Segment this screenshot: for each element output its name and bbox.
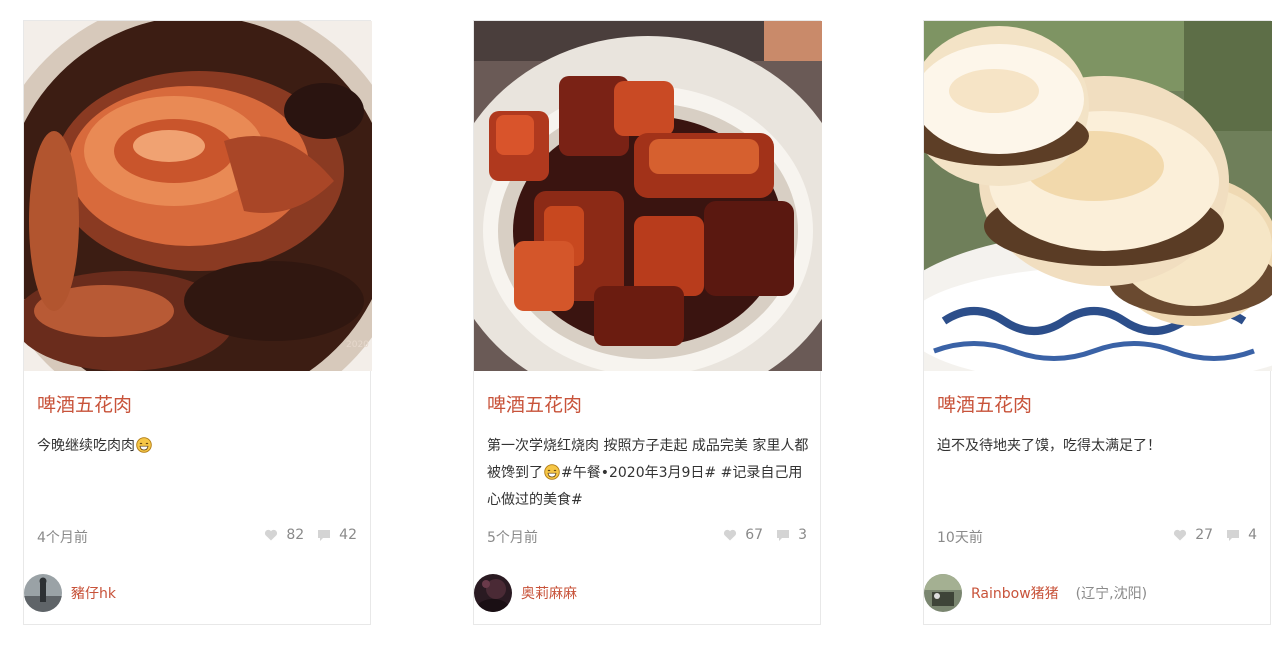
comment-bubble-icon[interactable] (776, 528, 790, 542)
comment-bubble-icon[interactable] (317, 528, 331, 542)
recipe-card-3[interactable]: 啤酒五花肉 迫不及待地夹了馍，吃得太满足了！ 10天前 27 4 Rainbow… (923, 20, 1272, 625)
author-name[interactable]: 奥莉麻麻 (521, 583, 577, 603)
grinning-face-emoji-icon (544, 463, 560, 480)
like-count: 27 (1195, 527, 1214, 543)
svg-text:2020: 2020 (346, 340, 369, 350)
recipe-photo[interactable]: 2020 (24, 21, 372, 371)
post-time: 10天前 (937, 530, 983, 546)
recipe-title[interactable]: 啤酒五花肉 (487, 390, 582, 417)
avatar[interactable] (924, 574, 962, 612)
comment-bubble-icon[interactable] (1226, 528, 1240, 542)
heart-icon[interactable] (1173, 528, 1187, 542)
recipe-description: 迫不及待地夹了馍，吃得太满足了！ (937, 433, 1259, 460)
comment-count: 42 (339, 527, 357, 543)
recipe-photo[interactable] (474, 21, 822, 371)
recipe-card-2[interactable]: 啤酒五花肉 第一次学烧红烧肉 按照方子走起 成品完美 家里人都被馋到了 #午餐•2… (473, 20, 822, 625)
author-location: (辽宁,沈阳) (1075, 586, 1148, 602)
description-text: 迫不及待地夹了馍，吃得太满足了！ (937, 438, 1161, 454)
avatar[interactable] (474, 574, 512, 612)
post-stats: 67 3 (723, 527, 807, 543)
recipe-description: 今晚继续吃肉肉 (37, 433, 359, 460)
author-name[interactable]: 豬仔hk (71, 583, 116, 603)
recipe-description: 第一次学烧红烧肉 按照方子走起 成品完美 家里人都被馋到了 #午餐•2020年3月… (487, 433, 809, 514)
post-time: 5个月前 (487, 530, 538, 546)
author-info[interactable]: 奥莉麻麻 (474, 574, 594, 612)
recipe-card-1[interactable]: 2020 啤酒五花肉 今晚继续吃肉肉 4个月前 82 42 豬仔hk (23, 20, 372, 625)
heart-icon[interactable] (723, 528, 737, 542)
heart-icon[interactable] (264, 528, 278, 542)
avatar[interactable] (24, 574, 62, 612)
like-count: 67 (745, 527, 764, 543)
recipe-photo[interactable] (924, 21, 1272, 371)
description-text: 今晚继续吃肉肉 (37, 438, 135, 454)
comment-count: 4 (1248, 527, 1257, 543)
post-stats: 82 42 (264, 527, 357, 543)
author-name[interactable]: Rainbow猪猪 (971, 583, 1059, 603)
author-info[interactable]: Rainbow猪猪 (辽宁,沈阳) (924, 574, 1147, 612)
author-info[interactable]: 豬仔hk (24, 574, 133, 612)
comment-count: 3 (798, 527, 807, 543)
recipe-title[interactable]: 啤酒五花肉 (37, 390, 132, 417)
grinning-face-emoji-icon (136, 436, 152, 453)
post-stats: 27 4 (1173, 527, 1257, 543)
post-time: 4个月前 (37, 530, 88, 546)
like-count: 82 (286, 527, 305, 543)
recipe-title[interactable]: 啤酒五花肉 (937, 390, 1032, 417)
